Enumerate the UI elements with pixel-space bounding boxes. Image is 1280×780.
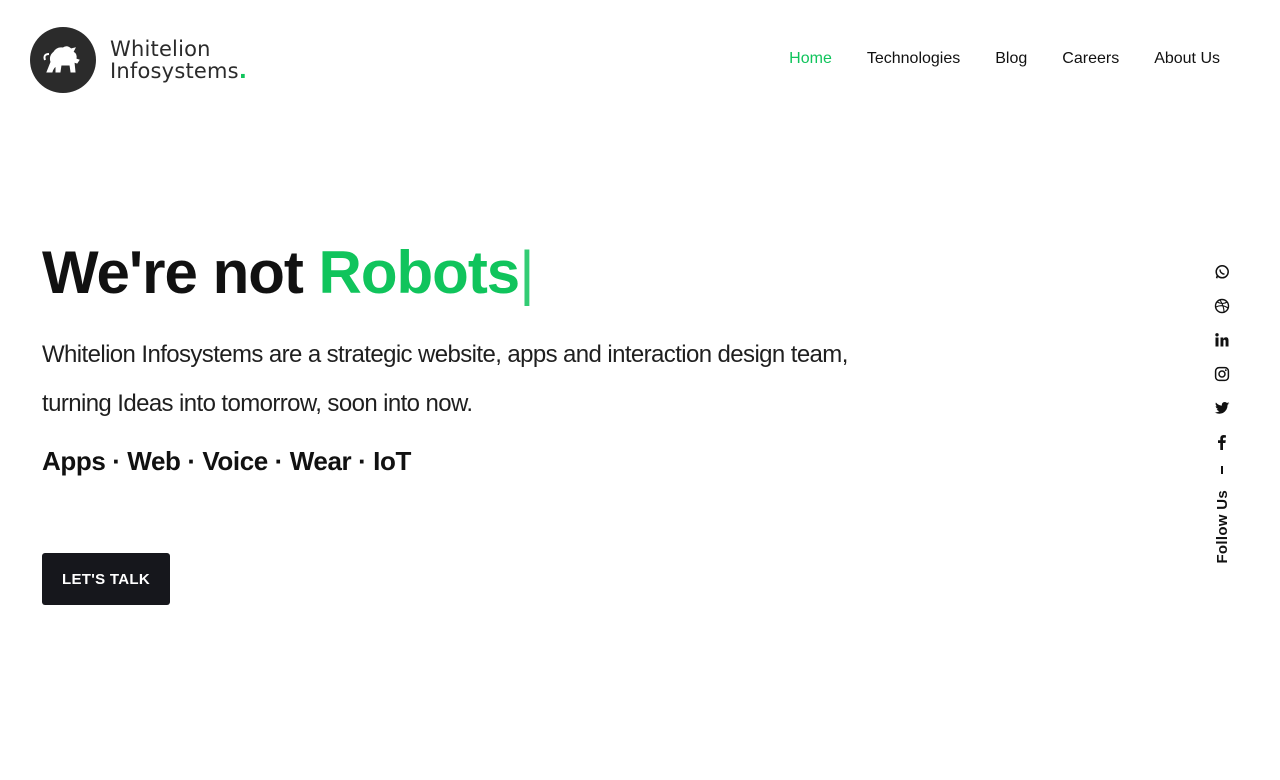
brand-dot: . xyxy=(238,59,247,83)
dribbble-icon[interactable] xyxy=(1214,298,1230,314)
follow-us-label: Follow Us xyxy=(1213,490,1231,564)
subtitle-line1: Whitelion Infosystems are a strategic we… xyxy=(42,341,848,368)
social-sidebar: Follow Us xyxy=(1213,264,1231,564)
services-list: Apps · Web · Voice · Wear · IoT xyxy=(42,446,411,476)
nav-technologies[interactable]: Technologies xyxy=(867,50,960,68)
brand-name: Whitelion Infosystems. xyxy=(110,38,247,82)
nav-about-us[interactable]: About Us xyxy=(1154,50,1220,68)
headline-accent: Robots xyxy=(318,239,521,306)
hero-section: We're not Robots| Whitelion Infosystems … xyxy=(42,238,902,477)
nav-home[interactable]: Home xyxy=(789,50,832,68)
lets-talk-button[interactable]: LET'S TALK xyxy=(42,553,170,605)
main-nav: Home Technologies Blog Careers About Us xyxy=(754,50,1220,68)
follow-divider xyxy=(1221,466,1223,474)
nav-blog[interactable]: Blog xyxy=(995,50,1027,68)
typing-caret: | xyxy=(519,239,535,306)
whatsapp-icon[interactable] xyxy=(1214,264,1230,280)
instagram-icon[interactable] xyxy=(1214,366,1230,382)
twitter-icon[interactable] xyxy=(1214,400,1230,416)
headline-prefix: We're not xyxy=(42,239,304,306)
brand-line1: Whitelion xyxy=(110,37,211,61)
hero-subtitle: Whitelion Infosystems are a strategic we… xyxy=(42,330,902,428)
subtitle-line2: turning Ideas into tomorrow, soon into n… xyxy=(42,390,473,417)
facebook-icon[interactable] xyxy=(1214,434,1230,450)
brand-logo[interactable]: Whitelion Infosystems. xyxy=(30,27,247,93)
lion-logo-icon xyxy=(30,27,96,93)
site-header: Whitelion Infosystems. Home Technologies… xyxy=(0,0,1280,120)
nav-careers[interactable]: Careers xyxy=(1062,50,1119,68)
linkedin-icon[interactable] xyxy=(1214,332,1230,348)
hero-headline: We're not Robots| xyxy=(42,238,902,308)
brand-line2: Infosystems xyxy=(110,59,239,83)
